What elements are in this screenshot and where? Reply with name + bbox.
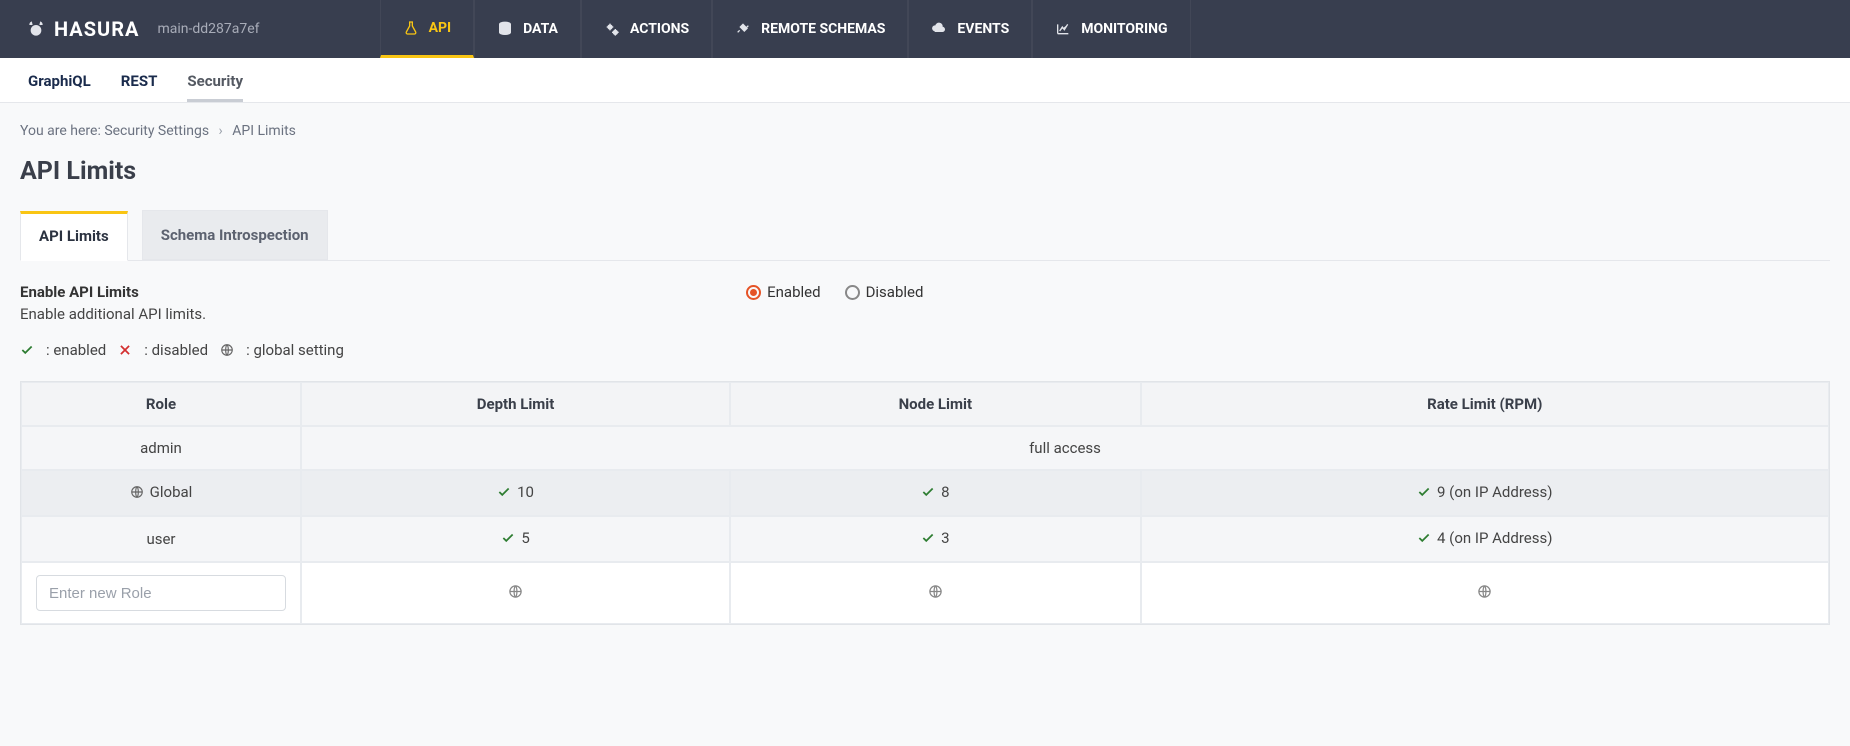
hasura-logo-icon <box>28 21 44 37</box>
nav-actions-label: ACTIONS <box>630 21 689 37</box>
content-area: You are here: Security Settings › API Li… <box>0 103 1850 645</box>
cell-role: Global <box>21 470 301 516</box>
cell-depth: 5 <box>301 516 730 562</box>
check-icon <box>921 485 935 499</box>
chevron-right-icon: › <box>219 123 223 139</box>
nav-api[interactable]: API <box>380 0 475 58</box>
plug-icon <box>735 21 751 37</box>
th-node: Node Limit <box>730 382 1140 426</box>
radio-disabled-label: Disabled <box>866 283 924 301</box>
globe-icon <box>220 343 234 357</box>
cloud-icon <box>931 21 947 37</box>
database-icon <box>497 21 513 37</box>
check-icon <box>497 485 511 499</box>
nav-remote-schemas[interactable]: REMOTE SCHEMAS <box>712 0 908 58</box>
globe-icon <box>508 585 523 603</box>
breadcrumb-security-settings[interactable]: Security Settings <box>104 123 209 139</box>
th-role: Role <box>21 382 301 426</box>
subnav-security[interactable]: Security <box>187 72 243 102</box>
nav-monitoring-label: MONITORING <box>1081 21 1167 37</box>
radio-enabled[interactable]: Enabled <box>746 283 820 301</box>
enable-desc: Enable additional API limits. <box>20 305 206 323</box>
breadcrumb: You are here: Security Settings › API Li… <box>20 123 1830 139</box>
chart-icon <box>1055 21 1071 37</box>
breadcrumb-prefix: You are here: <box>20 123 101 139</box>
brand-name: HASURA <box>54 17 139 41</box>
legend-global: : global setting <box>246 341 344 359</box>
brand-version: main-dd287a7ef <box>157 21 259 37</box>
cell-role-label: Global <box>150 483 193 501</box>
cell-node: 3 <box>730 516 1140 562</box>
enable-title: Enable API Limits <box>20 283 206 301</box>
cell-role: user <box>21 516 301 562</box>
nav-data[interactable]: DATA <box>474 0 581 58</box>
cell-depth <box>301 562 730 624</box>
check-icon <box>501 531 515 545</box>
cell-rate: 4 (on IP Address) <box>1141 516 1830 562</box>
flask-icon <box>403 20 419 36</box>
cell-depth: 10 <box>301 470 730 516</box>
nav-actions[interactable]: ACTIONS <box>581 0 712 58</box>
check-icon <box>1417 531 1431 545</box>
cell-rate <box>1141 562 1830 624</box>
tab-schema-introspection[interactable]: Schema Introspection <box>142 210 328 260</box>
cell-role: admin <box>21 426 301 470</box>
table-row-new <box>21 562 1829 624</box>
radio-icon <box>746 285 761 300</box>
check-icon <box>20 343 34 357</box>
check-icon <box>921 531 935 545</box>
check-icon <box>1417 485 1431 499</box>
table-row-admin[interactable]: admin full access <box>21 426 1829 470</box>
enable-section: Enable API Limits Enable additional API … <box>20 261 1830 341</box>
new-role-input[interactable] <box>36 575 286 611</box>
globe-icon <box>130 485 144 499</box>
page-title: API Limits <box>20 157 1830 186</box>
legend-enabled: : enabled <box>46 341 106 359</box>
nav-events[interactable]: EVENTS <box>908 0 1032 58</box>
sub-nav: GraphiQL REST Security <box>0 58 1850 103</box>
nav-data-label: DATA <box>523 21 558 37</box>
radio-icon <box>845 285 860 300</box>
cell-rate: 9 (on IP Address) <box>1141 470 1830 516</box>
cell-full-access: full access <box>301 426 1829 470</box>
subnav-graphiql[interactable]: GraphiQL <box>28 72 91 102</box>
nav-monitoring[interactable]: MONITORING <box>1032 0 1190 58</box>
legend: : enabled : disabled : global setting <box>20 341 1830 359</box>
radio-disabled[interactable]: Disabled <box>845 283 924 301</box>
table-row-global[interactable]: Global 10 8 <box>21 470 1829 516</box>
legend-disabled: : disabled <box>144 341 208 359</box>
breadcrumb-api-limits: API Limits <box>232 123 296 139</box>
cross-icon <box>118 343 132 357</box>
tab-api-limits[interactable]: API Limits <box>20 211 128 261</box>
th-rate: Rate Limit (RPM) <box>1141 382 1830 426</box>
nav-api-label: API <box>429 20 452 36</box>
nav-events-label: EVENTS <box>957 21 1009 37</box>
cell-node: 8 <box>730 470 1140 516</box>
gears-icon <box>604 21 620 37</box>
top-nav-items: API DATA ACTIONS REMOTE SCHEMAS EVENTS <box>380 0 1191 58</box>
cell-node <box>730 562 1140 624</box>
nav-remote-schemas-label: REMOTE SCHEMAS <box>761 21 885 37</box>
top-nav: HASURA main-dd287a7ef API DATA ACTIONS <box>0 0 1850 58</box>
limits-table: Role Depth Limit Node Limit Rate Limit (… <box>20 381 1830 625</box>
table-row-user[interactable]: user 5 3 4 (on IP Address <box>21 516 1829 562</box>
brand: HASURA main-dd287a7ef <box>0 17 260 41</box>
radio-enabled-label: Enabled <box>767 283 820 301</box>
subnav-rest[interactable]: REST <box>121 72 158 102</box>
globe-icon <box>1477 585 1492 603</box>
th-depth: Depth Limit <box>301 382 730 426</box>
inner-tabs: API Limits Schema Introspection <box>20 210 1830 261</box>
cell-new-role <box>21 562 301 624</box>
globe-icon <box>928 585 943 603</box>
